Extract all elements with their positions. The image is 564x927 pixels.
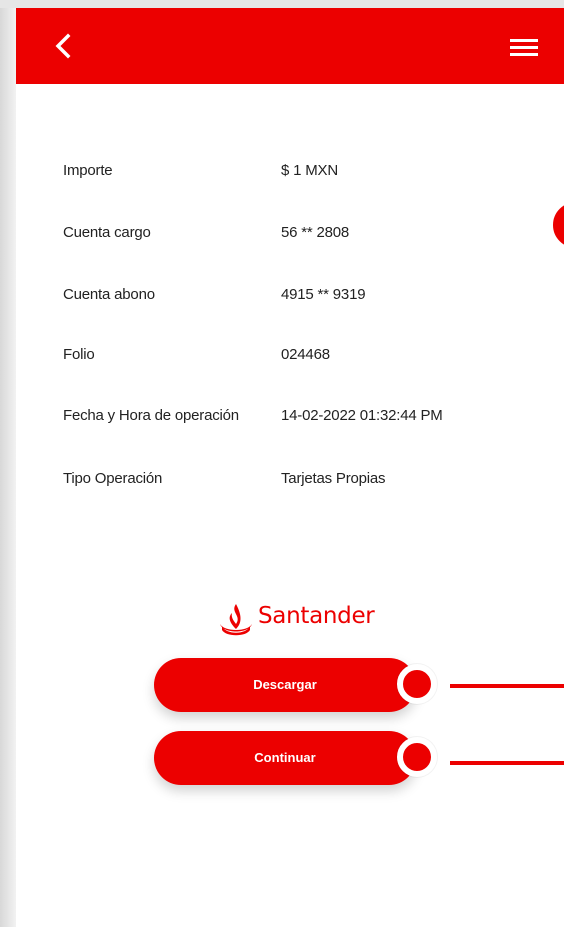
download-button[interactable]: Descargar [154, 658, 416, 712]
annotation-marker-continue [397, 737, 437, 777]
detail-row-fecha-hora: Fecha y Hora de operación 14-02-2022 01:… [63, 407, 543, 433]
brand-name: Santander [258, 603, 375, 629]
detail-value: $ 1 MXN [281, 162, 338, 179]
santander-logo: Santander [216, 598, 376, 638]
detail-row-cuenta-cargo: Cuenta cargo 56 ** 2808 [63, 224, 543, 250]
app-header [16, 8, 564, 84]
detail-label: Tipo Operación [63, 470, 163, 487]
detail-value: 4915 ** 9319 [281, 286, 366, 303]
detail-row-tipo-operacion: Tipo Operación Tarjetas Propias [63, 470, 543, 496]
menu-button[interactable] [502, 30, 546, 66]
continue-button[interactable]: Continuar [154, 731, 416, 785]
santander-flame-icon [220, 604, 252, 636]
detail-label: Cuenta abono [63, 286, 155, 303]
detail-value: 56 ** 2808 [281, 224, 350, 241]
receipt-screen: Importe $ 1 MXN Cuenta cargo 56 ** 2808 … [16, 8, 564, 927]
hamburger-menu-icon [510, 39, 538, 56]
detail-row-folio: Folio 024468 [63, 346, 543, 372]
annotation-line-continue [450, 761, 564, 765]
window-top-edge [0, 0, 564, 8]
detail-row-importe: Importe $ 1 MXN [63, 162, 543, 188]
annotation-marker [549, 198, 564, 252]
detail-label: Cuenta cargo [63, 224, 151, 241]
detail-label: Fecha y Hora de operación [63, 407, 239, 424]
back-button[interactable] [44, 26, 84, 66]
detail-value: 024468 [281, 346, 330, 363]
detail-label: Folio [63, 346, 95, 363]
detail-value: Tarjetas Propias [281, 470, 386, 487]
annotation-marker-download [397, 664, 437, 704]
window-edge [0, 0, 16, 927]
detail-label: Importe [63, 162, 113, 179]
chevron-left-icon [55, 33, 71, 59]
detail-value: 14-02-2022 01:32:44 PM [281, 407, 443, 424]
detail-row-cuenta-abono: Cuenta abono 4915 ** 9319 [63, 286, 543, 312]
annotation-line-download [450, 684, 564, 688]
